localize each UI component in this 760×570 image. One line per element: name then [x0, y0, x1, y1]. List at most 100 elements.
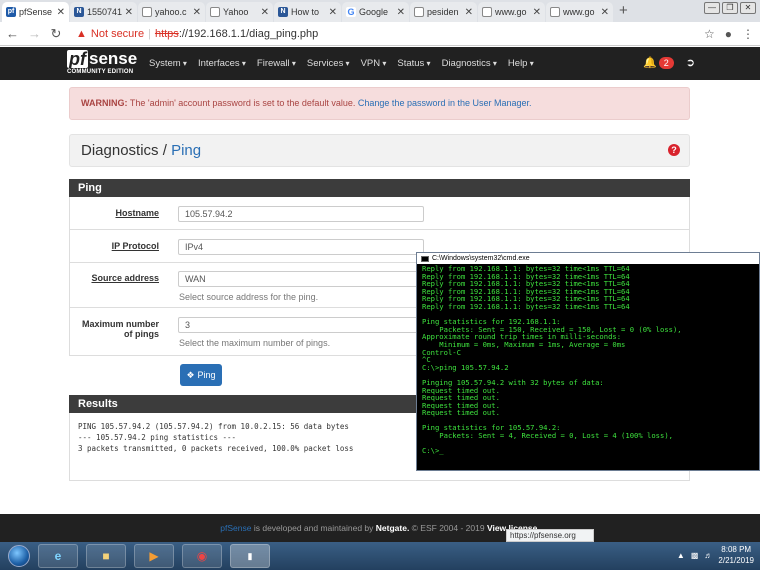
- browser-tab[interactable]: N How to ✕: [274, 2, 341, 22]
- user-manager-link[interactable]: Change the password in the User Manager.: [358, 98, 532, 108]
- close-tab-icon[interactable]: ✕: [125, 7, 133, 18]
- cmd-line: Packets: Sent = 4, Received = 0, Lost = …: [422, 431, 673, 441]
- main-menu: System Interfaces Firewall Services VPN Statu…: [149, 58, 534, 69]
- pfsense-logo[interactable]: pf sense COMMUNITY EDITION: [67, 48, 137, 78]
- ping-button-label: Ping: [197, 370, 216, 380]
- menu-interfaces[interactable]: Interfaces: [198, 58, 246, 69]
- netgate-icon: N: [278, 7, 288, 17]
- new-tab-button[interactable]: +: [619, 2, 628, 19]
- bookmark-star-icon[interactable]: ☆: [704, 27, 715, 41]
- footer-company[interactable]: Netgate.: [376, 523, 410, 533]
- browser-tab[interactable]: pesiden ✕: [410, 2, 477, 22]
- browser-tab[interactable]: pf pfSense ✕: [2, 2, 69, 22]
- restore-button[interactable]: ❐: [722, 2, 738, 14]
- close-tab-icon[interactable]: ✕: [533, 7, 541, 18]
- menu-vpn[interactable]: VPN: [361, 58, 387, 69]
- footer-brand[interactable]: pfSense: [220, 523, 251, 533]
- menu-services[interactable]: Services: [307, 58, 350, 69]
- back-icon[interactable]: ←: [6, 26, 19, 41]
- browser-tab-strip: pf pfSense ✕ N 1550741 ✕ yahoo.c ✕ Yahoo ✕ N How to…: [0, 0, 760, 22]
- close-tab-icon[interactable]: ✕: [193, 7, 201, 18]
- breadcrumb-section[interactable]: Diagnostics: [81, 142, 159, 159]
- reload-icon[interactable]: ↻: [50, 26, 62, 42]
- cmd-output[interactable]: Reply from 192.168.1.1: bytes=32 time<1m…: [417, 264, 759, 456]
- notification-badge[interactable]: 2: [658, 56, 674, 69]
- cmd-taskbar-icon[interactable]: ▮: [230, 544, 270, 568]
- source-address-help: Select source address for the ping.: [179, 292, 319, 302]
- bell-icon[interactable]: 🔔: [643, 56, 657, 69]
- tab-title: www.go: [495, 7, 527, 17]
- warning-icon: ▲: [76, 27, 87, 40]
- account-icon[interactable]: ●: [725, 27, 732, 41]
- close-tab-icon[interactable]: ✕: [601, 7, 609, 18]
- media-player-taskbar-icon[interactable]: ▶: [134, 544, 174, 568]
- close-tab-icon[interactable]: ✕: [397, 7, 405, 18]
- footer-text: is developed and maintained by: [251, 523, 376, 533]
- document-icon: [210, 7, 220, 17]
- ip-protocol-label: IP Protocol: [111, 241, 159, 251]
- cmd-title-bar[interactable]: C:\Windows\system32\cmd.exe: [417, 253, 759, 264]
- tab-title: How to: [291, 7, 320, 17]
- menu-status[interactable]: Status: [397, 58, 430, 69]
- ping-panel-title: Ping: [69, 179, 690, 197]
- document-icon: [142, 7, 152, 17]
- browser-tab[interactable]: www.go ✕: [546, 2, 613, 22]
- close-tab-icon[interactable]: ✕: [57, 7, 65, 18]
- clock[interactable]: 8:08 PM 2/21/2019: [718, 544, 754, 566]
- max-pings-input[interactable]: 3: [178, 317, 424, 333]
- ip-protocol-select[interactable]: IPv4: [178, 239, 424, 255]
- volume-icon[interactable]: ♬: [704, 551, 712, 560]
- close-tab-icon[interactable]: ✕: [465, 7, 473, 18]
- logout-icon[interactable]: ➲: [686, 56, 695, 69]
- browser-tab[interactable]: N 1550741 ✕: [70, 2, 137, 22]
- hostname-row: Hostname 105.57.94.2: [69, 197, 690, 230]
- cmd-title: C:\Windows\system32\cmd.exe: [432, 255, 530, 262]
- close-window-button[interactable]: ✕: [740, 2, 756, 14]
- tab-title: 1550741: [87, 7, 122, 17]
- hostname-input[interactable]: 105.57.94.2: [178, 206, 424, 222]
- source-address-label: Source address: [91, 273, 159, 283]
- tab-title: pfSense: [19, 7, 53, 17]
- start-button[interactable]: [8, 545, 30, 567]
- tab-title: yahoo.c: [155, 7, 187, 17]
- ie-taskbar-icon[interactable]: e: [38, 544, 78, 568]
- menu-help[interactable]: Help: [508, 58, 534, 69]
- explorer-taskbar-icon[interactable]: ■: [86, 544, 126, 568]
- browser-tab[interactable]: yahoo.c ✕: [138, 2, 205, 22]
- omnibox[interactable]: ▲ Not secure | https://192.168.1.1/diag_…: [72, 25, 694, 43]
- browser-tab[interactable]: Yahoo ✕: [206, 2, 273, 22]
- warning-message: The 'admin' account password is set to t…: [127, 98, 358, 108]
- document-icon: [482, 7, 492, 17]
- menu-system[interactable]: System: [149, 58, 187, 69]
- breadcrumb-page[interactable]: Ping: [171, 142, 201, 159]
- menu-firewall[interactable]: Firewall: [257, 58, 296, 69]
- cmd-window[interactable]: C:\Windows\system32\cmd.exe Reply from 1…: [416, 252, 760, 471]
- url-scheme: https: [154, 27, 179, 40]
- address-bar: ← → ↻ ▲ Not secure | https://192.168.1.1…: [0, 22, 760, 46]
- clock-date: 2/21/2019: [718, 556, 754, 565]
- forward-icon[interactable]: →: [28, 26, 41, 41]
- pfsense-navbar: pf sense COMMUNITY EDITION System Interfa…: [0, 47, 760, 80]
- minimize-button[interactable]: —: [704, 2, 720, 14]
- close-tab-icon[interactable]: ✕: [329, 7, 337, 18]
- max-pings-help: Select the maximum number of pings.: [179, 338, 331, 348]
- logo-pf: pf: [67, 48, 88, 69]
- clock-time: 8:08 PM: [721, 545, 752, 554]
- breadcrumb-separator: /: [158, 142, 172, 159]
- chrome-taskbar-icon[interactable]: ◉: [182, 544, 222, 568]
- ping-button[interactable]: ❖ Ping: [180, 364, 222, 386]
- cmd-line: [422, 440, 754, 448]
- footer: pfSense is developed and maintained by N…: [0, 514, 760, 542]
- cmd-line: C:\>_: [422, 446, 444, 456]
- more-menu-icon[interactable]: ⋮: [742, 27, 754, 41]
- help-icon[interactable]: ?: [668, 144, 680, 156]
- close-tab-icon[interactable]: ✕: [261, 7, 269, 18]
- browser-tab[interactable]: G Google ✕: [342, 2, 409, 22]
- network-icon[interactable]: ▩: [691, 551, 699, 560]
- menu-diagnostics[interactable]: Diagnostics: [442, 58, 497, 69]
- document-icon: [550, 7, 560, 17]
- source-address-select[interactable]: WAN: [178, 271, 424, 287]
- show-hidden-icons[interactable]: ▲: [677, 551, 685, 560]
- browser-tab[interactable]: www.go ✕: [478, 2, 545, 22]
- cmd-line: Reply from 192.168.1.1: bytes=32 time<1m…: [422, 301, 630, 311]
